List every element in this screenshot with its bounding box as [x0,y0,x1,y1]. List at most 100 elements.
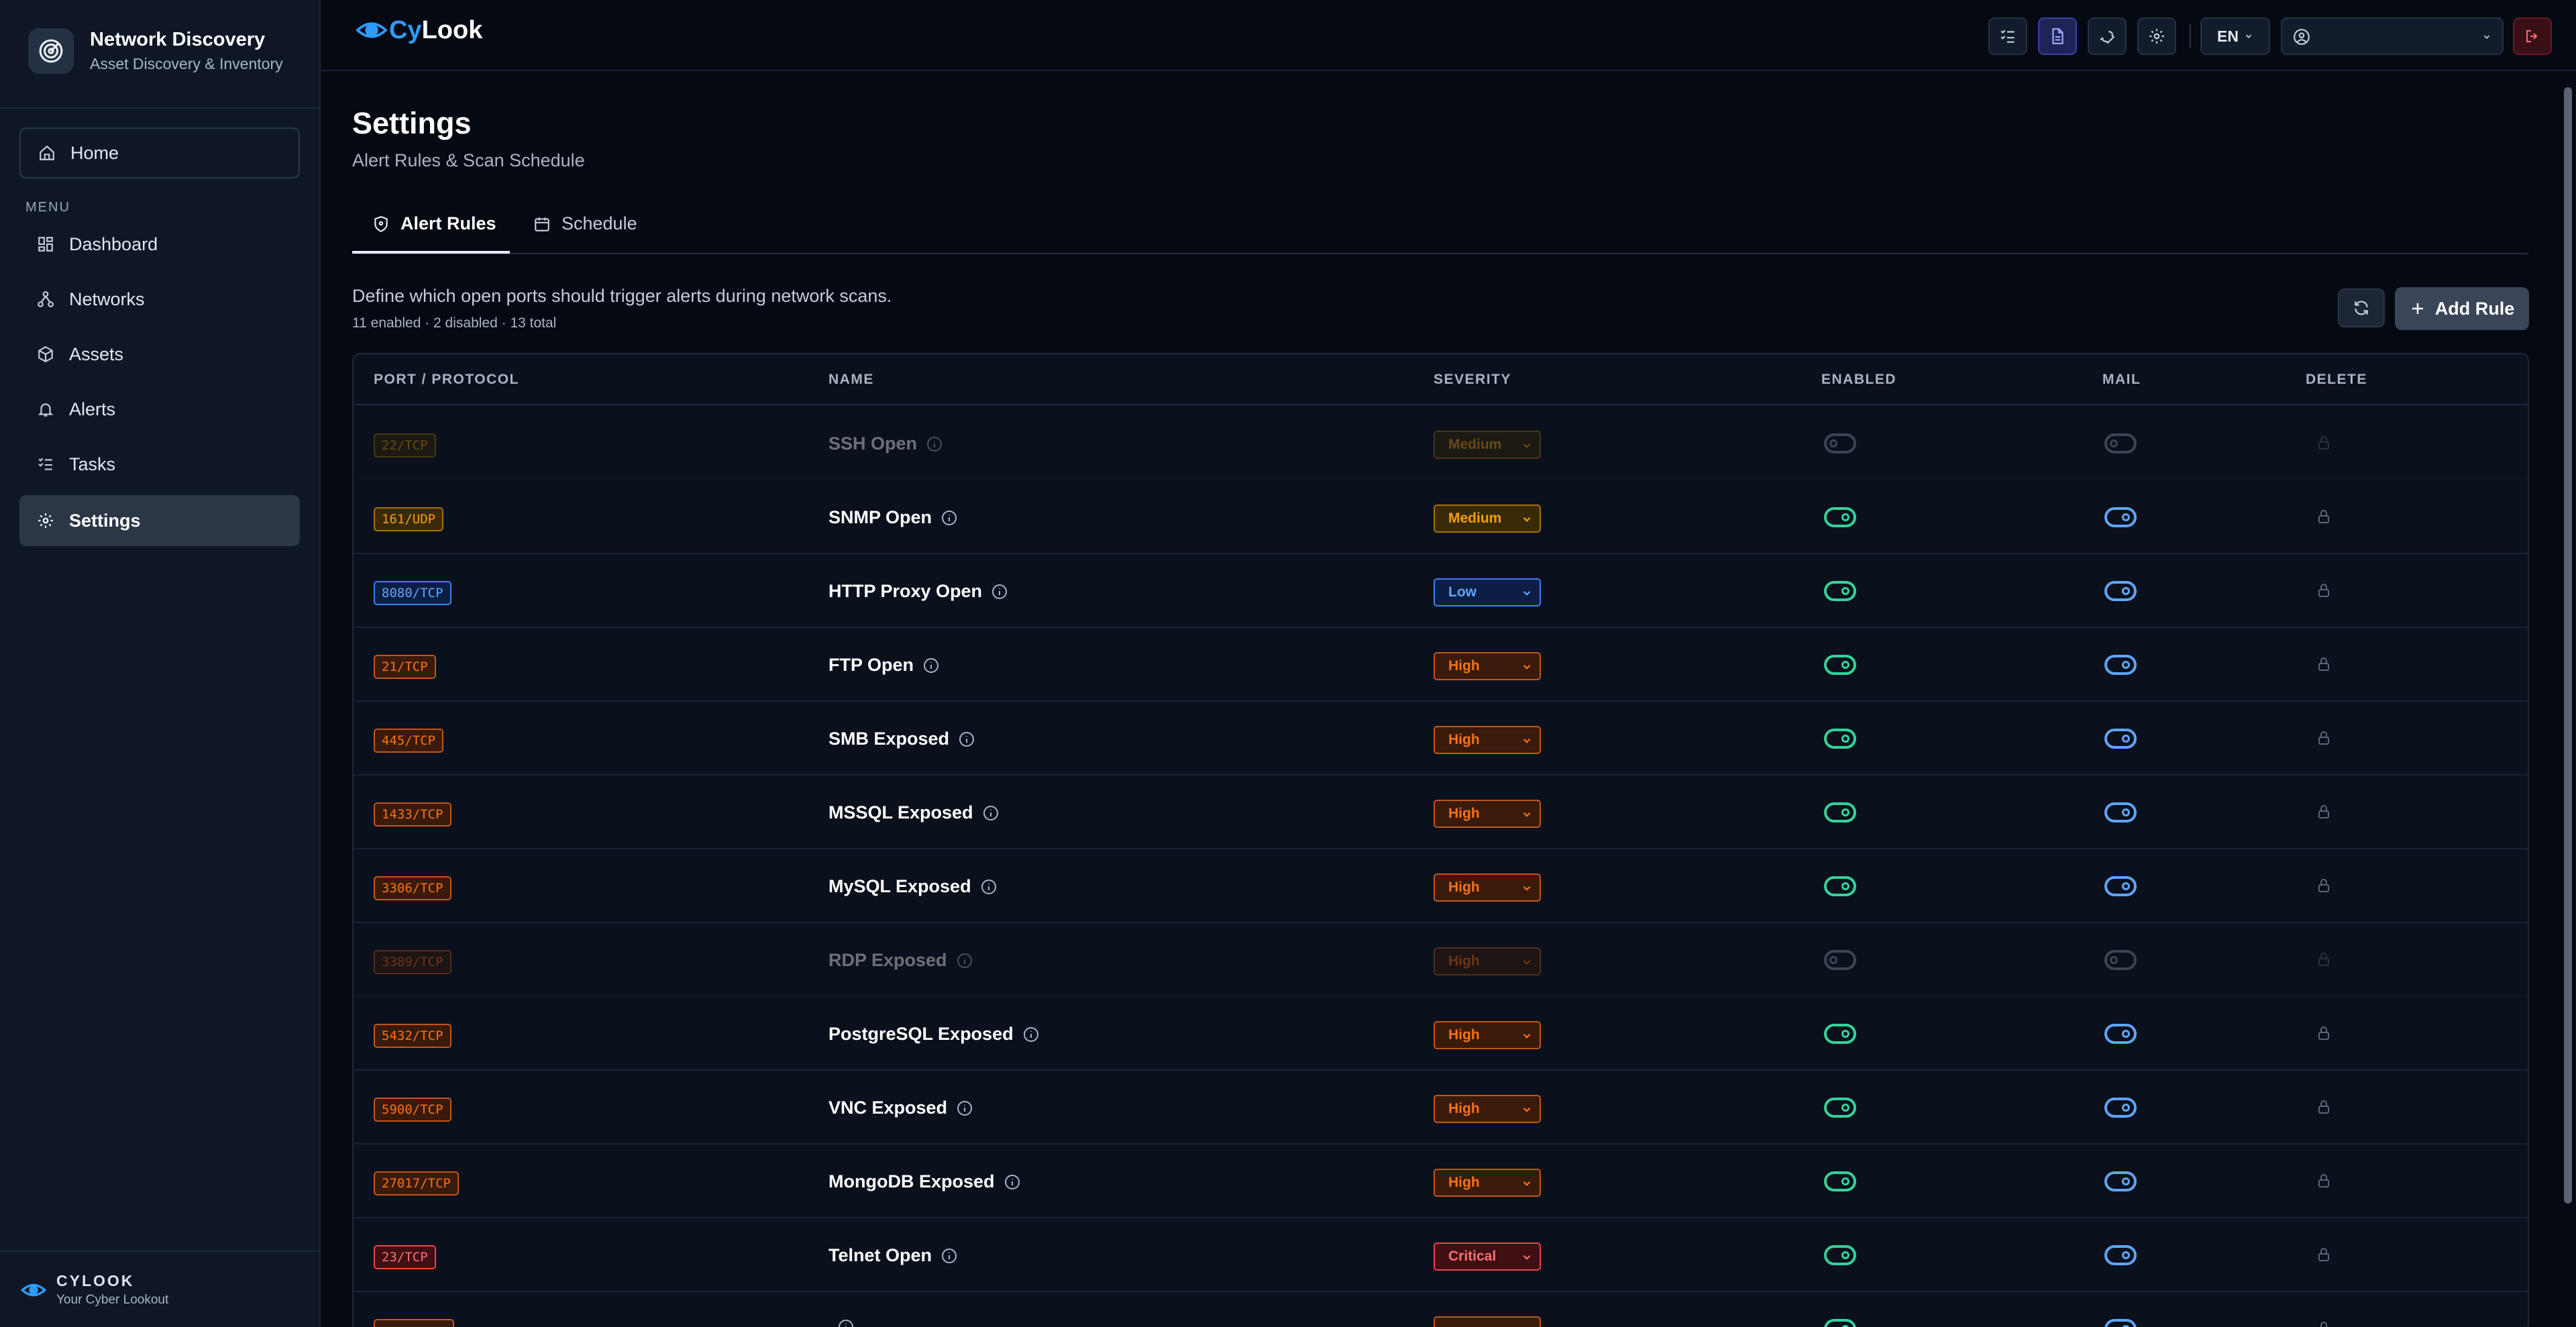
severity-select[interactable]: High [1434,1169,1541,1197]
toggle-knob [2122,1104,2130,1112]
reports-button[interactable] [2038,17,2077,55]
column-header-severity: SEVERITY [1434,372,1511,387]
severity-select[interactable]: High [1434,726,1541,754]
info-icon[interactable] [838,1319,854,1327]
toggle-knob [1841,587,1849,595]
sidebar-item-settings[interactable]: Settings [19,495,300,546]
severity-select[interactable]: High [1434,800,1541,828]
tasks-button[interactable] [1988,17,2027,55]
info-icon[interactable] [923,657,939,674]
severity-select[interactable]: Low [1434,578,1541,606]
lock-icon [2318,657,2329,671]
severity-select[interactable]: High [1434,873,1541,902]
rule-name-label: Telnet Open [828,1245,932,1265]
enabled-toggle[interactable] [1824,802,1856,822]
enabled-toggle[interactable] [1824,1171,1856,1191]
tools-button[interactable] [2088,17,2127,55]
mail-toggle[interactable] [2104,433,2137,454]
rule-name-label: MongoDB Exposed [828,1171,995,1191]
lock-icon [2318,1026,2329,1040]
info-icon[interactable] [981,879,997,895]
severity-select[interactable] [1434,1316,1541,1327]
enabled-toggle[interactable] [1824,1319,1856,1327]
sidebar-item-dashboard[interactable]: Dashboard [19,219,300,270]
user-menu[interactable] [2281,17,2504,55]
enabled-toggle[interactable] [1824,1098,1856,1118]
info-icon[interactable] [926,436,943,452]
mail-toggle[interactable] [2104,950,2137,970]
active-tab-indicator [352,251,510,254]
info-icon[interactable] [957,1100,973,1116]
severity-select[interactable]: Medium [1434,431,1541,459]
tab-alert-rules[interactable]: Alert Rules [372,213,496,234]
logout-button[interactable] [2513,17,2552,55]
info-icon[interactable] [983,805,999,821]
add-rule-button[interactable]: Add Rule [2395,287,2529,330]
radar-icon [28,28,74,74]
severity-select[interactable]: High [1434,1021,1541,1049]
sidebar-item-assets[interactable]: Assets [19,329,300,380]
info-icon[interactable] [941,1248,957,1264]
severity-select[interactable]: High [1434,652,1541,680]
delete-locked [2316,1099,2332,1118]
port-badge: 161/UDP [374,507,444,531]
info-icon[interactable] [991,584,1008,600]
app-logo[interactable]: Cy Look [354,15,482,46]
lock-icon [2318,510,2329,523]
enabled-toggle[interactable] [1824,581,1856,601]
sidebar-item-label: Alerts [69,399,116,419]
rule-name: RDP Exposed [828,950,973,971]
enabled-toggle[interactable] [1824,1245,1856,1265]
mail-toggle[interactable] [2104,1245,2137,1265]
mail-toggle[interactable] [2104,729,2137,749]
info-icon[interactable] [1023,1026,1039,1043]
severity-select[interactable]: Critical [1434,1242,1541,1271]
info-icon[interactable] [957,953,973,969]
enabled-toggle[interactable] [1824,1024,1856,1044]
enabled-toggle[interactable] [1824,950,1856,970]
toggle-knob [2122,808,2130,816]
enabled-toggle[interactable] [1824,876,1856,896]
rule-name-label: FTP Open [828,655,914,675]
info-icon[interactable] [1004,1174,1020,1190]
calendar-icon [535,217,549,231]
enabled-toggle[interactable] [1824,507,1856,527]
rule-name: SNMP Open [828,507,957,528]
port-badge: 21/TCP [374,655,436,679]
mail-toggle[interactable] [2104,1024,2137,1044]
enabled-toggle[interactable] [1824,729,1856,749]
mail-toggle[interactable] [2104,655,2137,675]
severity-select[interactable]: Medium [1434,505,1541,533]
sidebar-item-alerts[interactable]: Alerts [19,384,300,435]
info-icon[interactable] [959,731,975,747]
sidebar-item-home[interactable]: Home [19,127,300,178]
port-badge: 8080/TCP [374,581,451,605]
enabled-toggle[interactable] [1824,433,1856,454]
mail-toggle[interactable] [2104,581,2137,601]
mail-toggle[interactable] [2104,876,2137,896]
settings-button[interactable] [2137,17,2176,55]
chevron-down-icon [1523,664,1531,670]
mail-toggle[interactable] [2104,1098,2137,1118]
tab-schedule[interactable]: Schedule [533,213,637,234]
enabled-toggle[interactable] [1824,655,1856,675]
mail-toggle[interactable] [2104,507,2137,527]
sidebar-footer: CYLOOK Your Cyber Lookout [20,1272,168,1308]
language-select[interactable]: EN [2200,17,2270,55]
rule-name-label: MSSQL Exposed [828,802,973,822]
mail-toggle[interactable] [2104,802,2137,822]
refresh-button[interactable] [2338,288,2385,327]
sidebar-item-networks[interactable]: Networks [19,274,300,325]
info-icon[interactable] [941,510,957,526]
port-badge: 5900/TCP [374,1098,451,1122]
mail-toggle[interactable] [2104,1319,2137,1327]
lock-icon [2318,436,2329,449]
toggle-knob [2122,1177,2130,1185]
page-scrollbar[interactable] [2564,87,2572,1204]
sidebar-item-tasks[interactable]: Tasks [19,439,300,490]
mail-toggle[interactable] [2104,1171,2137,1191]
alert-rules-table: PORT / PROTOCOL NAME SEVERITY ENABLED MA… [352,353,2529,1327]
delete-locked [2316,730,2332,749]
severity-select[interactable]: High [1434,947,1541,975]
severity-select[interactable]: High [1434,1095,1541,1123]
